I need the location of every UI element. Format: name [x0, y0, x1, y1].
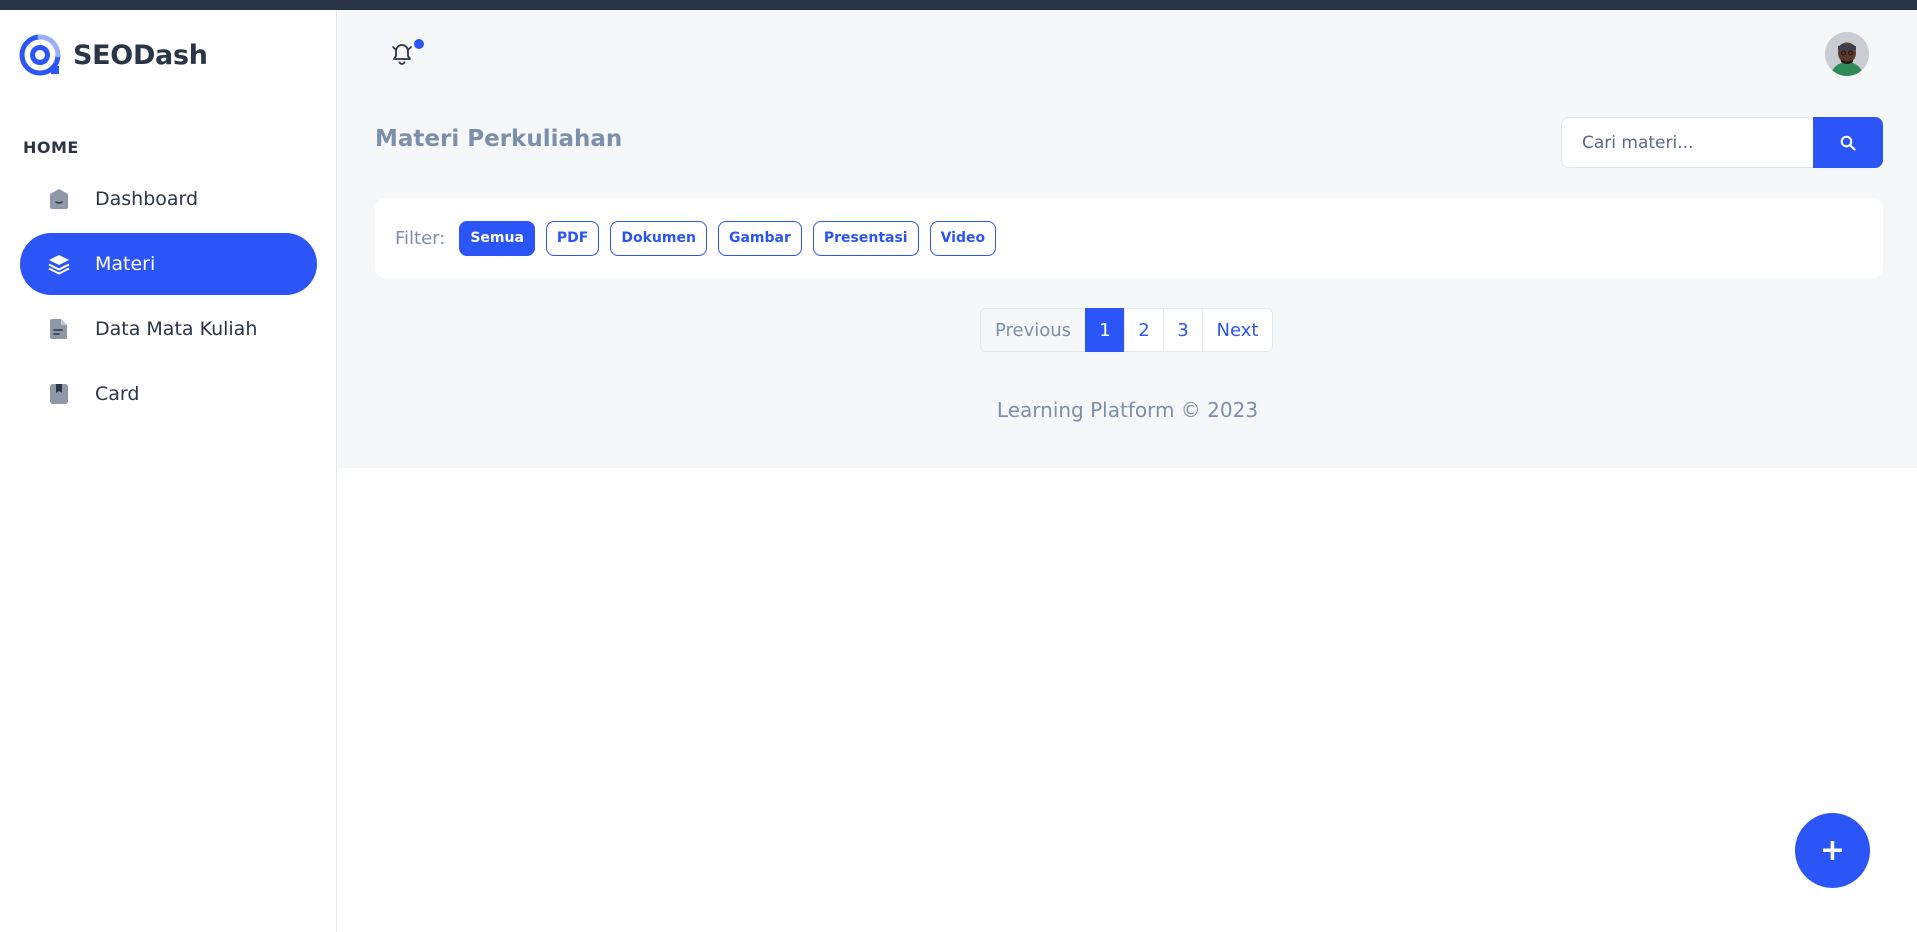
add-materi-button[interactable]: + [1795, 813, 1870, 888]
sidebar-item-data-mata-kuliah[interactable]: Data Mata Kuliah [20, 298, 317, 360]
pagination-page-3[interactable]: 3 [1163, 308, 1203, 352]
sidebar-item-label: Dashboard [95, 188, 199, 210]
search-bar [1561, 117, 1883, 168]
top-strip [0, 0, 1917, 10]
search-button[interactable] [1813, 117, 1883, 168]
notification-badge [414, 39, 424, 49]
user-avatar[interactable] [1825, 32, 1869, 76]
pagination-page-1[interactable]: 1 [1085, 308, 1125, 352]
pagination-page-2[interactable]: 2 [1124, 308, 1164, 352]
bell-icon[interactable] [388, 40, 416, 68]
filter-chip-pdf[interactable]: PDF [545, 220, 600, 256]
filter-chip-gambar[interactable]: Gambar [717, 220, 802, 256]
sidebar-item-dashboard[interactable]: Dashboard [20, 168, 317, 230]
pagination: Previous 1 2 3 Next [980, 308, 1273, 352]
sidebar-item-label: Materi [95, 253, 156, 275]
main-content: Materi Perkuliahan Filter: Semua PDF Dok… [338, 10, 1917, 468]
nav-heading: HOME [23, 138, 79, 157]
page-title: Materi Perkuliahan [375, 126, 623, 152]
filter-label: Filter: [395, 227, 446, 249]
filter-chip-video[interactable]: Video [929, 220, 997, 256]
sidebar-item-label: Card [95, 383, 140, 405]
home-icon [47, 187, 71, 211]
sidebar-nav: Dashboard Materi Data Mata Kuliah Card [20, 168, 317, 428]
filter-chip-semua[interactable]: Semua [459, 220, 535, 256]
pagination-previous[interactable]: Previous [980, 308, 1086, 352]
file-icon [47, 317, 71, 341]
brand[interactable]: SEODash [19, 34, 208, 76]
bookmark-icon [47, 382, 71, 406]
search-icon [1840, 135, 1856, 151]
sidebar: SEODash HOME Dashboard Materi Data Mata … [0, 10, 337, 932]
layers-icon [47, 252, 71, 276]
brand-name: SEODash [73, 39, 208, 71]
plus-icon: + [1819, 833, 1846, 868]
filter-card: Filter: Semua PDF Dokumen Gambar Present… [375, 198, 1883, 278]
pagination-next[interactable]: Next [1202, 308, 1273, 352]
filter-chip-presentasi[interactable]: Presentasi [812, 220, 919, 256]
search-input[interactable] [1561, 117, 1813, 168]
sidebar-item-label: Data Mata Kuliah [95, 318, 258, 340]
sidebar-item-materi[interactable]: Materi [20, 233, 317, 295]
footer-text: Learning Platform © 2023 [996, 398, 1259, 422]
filter-chip-dokumen[interactable]: Dokumen [610, 220, 707, 256]
sidebar-item-card[interactable]: Card [20, 363, 317, 425]
seodash-logo-icon [19, 34, 61, 76]
